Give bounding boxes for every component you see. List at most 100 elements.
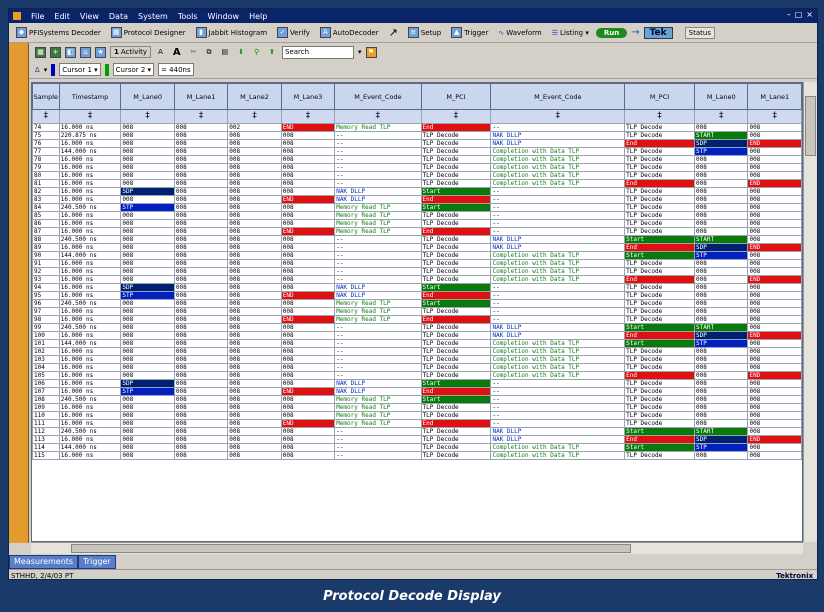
run-button[interactable]: Run — [595, 27, 628, 38]
table-row[interactable]: 77 144.000 ns 008 008 008 008 -- TLP Decode Comp… — [32, 147, 802, 156]
column-filter-button[interactable]: ‡ — [624, 109, 695, 124]
search-combo[interactable]: Search — [282, 45, 354, 59]
column-header[interactable]: M_Lane2 — [227, 83, 282, 110]
column-header[interactable]: M_Lane3 — [280, 83, 336, 110]
table-row[interactable]: 76 16.000 ns 008 008 008 008 -- TLP Decode NAK D… — [32, 139, 802, 148]
cursor-delta-icon[interactable]: ∆ — [35, 66, 40, 74]
cursor1-select[interactable]: Cursor 1 ▾ — [59, 63, 101, 76]
column-filter-button[interactable]: ‡ — [32, 109, 60, 124]
chevron-down-icon[interactable]: ▾ — [44, 66, 48, 74]
table-row[interactable]: 93 16.000 ns 008 008 008 008 -- TLP Decode Compl… — [32, 275, 802, 284]
table-row[interactable]: 80 16.000 ns 008 008 008 008 -- TLP Decode Compl… — [32, 171, 802, 180]
table-row[interactable]: 110 16.000 ns 008 008 008 008 Memory Read TLP T… — [32, 411, 802, 420]
column-header[interactable]: Sample — [32, 83, 60, 110]
table-row[interactable]: 79 16.000 ns 008 008 008 008 -- TLP Decode Compl… — [32, 163, 802, 172]
column-header[interactable]: M_Event_Code — [490, 83, 626, 110]
tab-measurements[interactable]: Measurements — [9, 555, 79, 569]
find-button[interactable]: ⚲ — [251, 47, 262, 57]
trigger-button[interactable]: ▲ Trigger — [448, 26, 491, 39]
column-header[interactable]: M_Lane0 — [120, 83, 175, 110]
table-row[interactable]: 85 16.000 ns 008 008 008 008 Memory Read TLP TL… — [32, 211, 802, 220]
table-row[interactable]: 74 16.000 ns 008 008 002 END Memory Read TLP En… — [32, 123, 802, 132]
table-row[interactable]: 99 240.500 ns 008 008 008 008 -- TLP Decode NAK … — [32, 323, 802, 332]
table-row[interactable]: 102 16.000 ns 008 008 008 008 -- TLP Decode Comp… — [32, 347, 802, 356]
close-button[interactable]: × — [806, 10, 813, 19]
table-row[interactable]: 86 16.000 ns 008 008 008 008 Memory Read TLP TL… — [32, 219, 802, 228]
copy-button[interactable]: ⧉ — [203, 47, 214, 58]
table-row[interactable]: 95 16.000 ns STP 008 008 END NAK DLLP End -- TLP … — [32, 291, 802, 300]
status-button[interactable]: Status — [684, 26, 715, 39]
table-row[interactable]: 107 16.000 ns STP 008 008 END NAK DLLP End -- TLP… — [32, 387, 802, 396]
histogram-button[interactable]: ▮ Jabbit Histogram — [193, 26, 270, 39]
table-row[interactable]: 104 16.000 ns 008 008 008 008 -- TLP Decode Comp… — [32, 363, 802, 372]
table-row[interactable]: 106 16.000 ns SDP 008 008 008 NAK DLLP Start -- T… — [32, 379, 802, 388]
tab-trigger[interactable]: Trigger — [78, 555, 116, 569]
menu-data[interactable]: Data — [109, 12, 128, 21]
probe-button[interactable]: ↗ — [386, 25, 401, 40]
table-row[interactable]: 88 240.500 ns 008 008 008 008 -- TLP Decode NAK … — [32, 235, 802, 244]
table-row[interactable]: 81 16.000 ns 008 008 008 008 -- TLP Decode Compl… — [32, 179, 802, 188]
table-row[interactable]: 98 16.000 ns 008 008 008 END Memory Read TLP En… — [32, 315, 802, 324]
scroll-thumb[interactable] — [805, 96, 816, 156]
column-filter-button[interactable]: ‡ — [58, 109, 122, 124]
menu-tools[interactable]: Tools — [178, 12, 198, 21]
table-row[interactable]: 78 16.000 ns 008 008 008 008 -- TLP Decode Compl… — [32, 155, 802, 164]
column-header[interactable]: M_Lane1 — [747, 83, 802, 110]
home-icon[interactable]: ⌂ — [80, 46, 91, 58]
go-button[interactable]: ⬇ — [235, 47, 247, 57]
column-filter-button[interactable]: ‡ — [490, 109, 626, 124]
column-filter-button[interactable]: ‡ — [173, 109, 229, 124]
column-filter-button[interactable]: ‡ — [280, 109, 336, 124]
table-row[interactable]: 101 144.000 ns 008 008 008 008 -- TLP Decode Com… — [32, 339, 802, 348]
up-button[interactable]: ⬆ — [266, 47, 278, 57]
protocol-designer-button[interactable]: ▦ Protocol Designer — [108, 26, 189, 39]
table-row[interactable]: 113 16.000 ns 008 008 008 008 -- TLP Decode NAK … — [32, 435, 802, 444]
minimize-button[interactable]: – — [787, 10, 791, 19]
autodecoder-button[interactable]: A AutoDecoder — [317, 26, 382, 39]
font-large-button[interactable]: A — [170, 46, 184, 59]
bookmark-icon[interactable]: ★ — [95, 46, 106, 58]
column-filter-button[interactable]: ‡ — [420, 109, 492, 124]
listing-table-container[interactable]: Sample Timestamp M_Lane0 M_Lane1 M_Lane2 M_La… — [31, 82, 803, 542]
table-row[interactable]: 91 16.000 ns 008 008 008 008 -- TLP Decode Compl… — [32, 259, 802, 268]
chevron-down-icon[interactable]: ▾ — [358, 48, 362, 56]
column-filter-button[interactable]: ‡ — [227, 109, 282, 124]
menu-help[interactable]: Help — [249, 12, 267, 21]
column-filter-button[interactable]: ‡ — [334, 109, 422, 124]
column-header[interactable]: M_Event_Code — [334, 83, 422, 110]
grid-icon[interactable]: ▦ — [35, 46, 46, 58]
column-header[interactable]: Timestamp — [58, 83, 122, 110]
menu-system[interactable]: System — [138, 12, 168, 21]
table-row[interactable]: 109 16.000 ns 008 008 008 008 Memory Read TLP T… — [32, 403, 802, 412]
cursor2-select[interactable]: Cursor 2 ▾ — [112, 63, 155, 76]
add-icon[interactable]: + — [50, 46, 61, 58]
menu-edit[interactable]: Edit — [54, 12, 70, 21]
table-row[interactable]: 92 16.000 ns 008 008 008 008 -- TLP Decode Compl… — [32, 267, 802, 276]
horizontal-scrollbar[interactable] — [31, 542, 803, 554]
paste-button[interactable]: ▤ — [218, 47, 231, 57]
table-row[interactable]: 83 16.000 ns 008 008 008 END NAK DLLP End -- TLP … — [32, 195, 802, 204]
maximize-button[interactable]: □ — [795, 10, 803, 19]
menu-view[interactable]: View — [80, 12, 99, 21]
column-header[interactable]: M_Lane0 — [693, 83, 749, 110]
side-panel-tab[interactable] — [9, 43, 29, 543]
table-row[interactable]: 75 220.875 ns 008 008 008 008 -- TLP Decode NAK … — [32, 131, 802, 140]
table-row[interactable]: 103 16.000 ns 008 008 008 008 -- TLP Decode Comp… — [32, 355, 802, 364]
scroll-thumb[interactable] — [71, 544, 631, 553]
cut-button[interactable]: ✂ — [188, 47, 200, 57]
setup-button[interactable]: ≡ Setup — [405, 26, 444, 39]
menu-file[interactable]: File — [31, 12, 44, 21]
listing-button[interactable]: ☰ Listing ▾ — [549, 28, 592, 38]
column-header[interactable]: M_Lane1 — [173, 83, 229, 110]
table-row[interactable]: 108 240.500 ns 008 008 008 008 Memory Read TLP… — [32, 395, 802, 404]
verify-button[interactable]: ✓ Verify — [274, 26, 313, 39]
waveform-button[interactable]: ∿ Waveform — [495, 28, 544, 38]
pfi-decoder-button[interactable]: ◆ PFISystems Decoder — [13, 26, 104, 39]
column-filter-button[interactable]: ‡ — [120, 109, 175, 124]
column-header[interactable]: M_PCI — [624, 83, 695, 110]
vertical-scrollbar[interactable] — [803, 82, 817, 542]
activity-button[interactable]: 1 Activity — [110, 46, 152, 58]
table-row[interactable]: 100 16.000 ns 008 008 008 008 -- TLP Decode NAK … — [32, 331, 802, 340]
search-go-icon[interactable]: ⚑ — [365, 46, 377, 58]
table-row[interactable]: 84 240.500 ns STP 008 008 008 Memory Read TLP S… — [32, 203, 802, 212]
